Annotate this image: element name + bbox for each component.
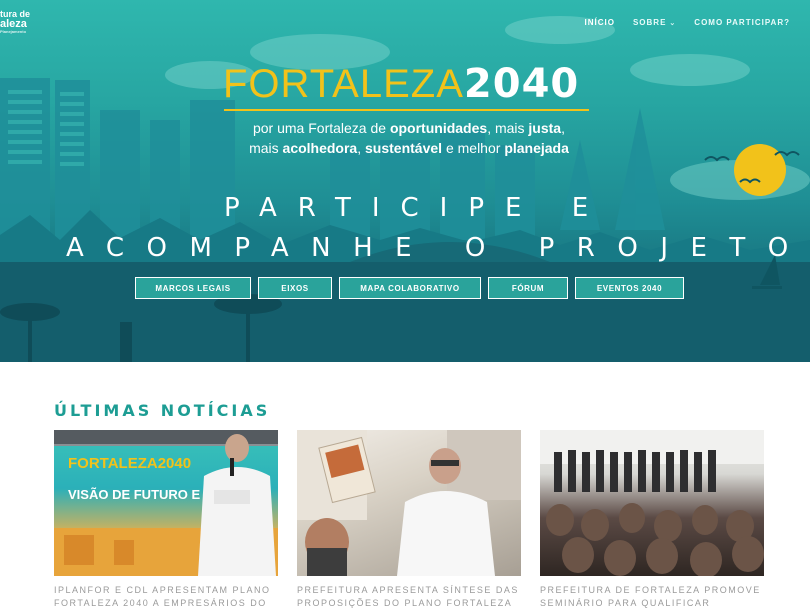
- news-card-title[interactable]: PREFEITURA APRESENTA SÍNTESE DAS PROPOSI…: [297, 584, 521, 609]
- nav-item-como-participar[interactable]: COMO PARTICIPAR?: [694, 18, 790, 27]
- speaker-with-booklet-photo: [297, 430, 521, 576]
- hero-button-group: MARCOS LEGAIS EIXOS MAPA COLABORATIVO FÓ…: [135, 277, 684, 299]
- news-card[interactable]: PREFEITURA DE FORTALEZA PROMOVE SEMINÁRI…: [540, 430, 764, 609]
- forum-button[interactable]: FÓRUM: [488, 277, 568, 299]
- hero-banner: tura de aleza Planejamento INÍCIO SOBRE …: [0, 0, 810, 362]
- logo-text-line3: Planejamento: [0, 29, 27, 34]
- news-card-image[interactable]: [540, 430, 764, 576]
- nav-item-label: INÍCIO: [584, 18, 615, 27]
- nav-item-label: COMO PARTICIPAR?: [694, 18, 790, 27]
- hero-tagline: por uma Fortaleza de oportunidades, mais…: [224, 118, 594, 158]
- tagline-bold: acolhedora: [282, 140, 358, 156]
- chevron-down-icon: ⌄: [669, 19, 677, 27]
- tagline-text: ,: [357, 140, 366, 156]
- tagline-bold: sustentável: [365, 140, 443, 156]
- hero-title-year: 2040: [463, 61, 580, 107]
- nav-item-inicio[interactable]: INÍCIO: [585, 18, 615, 27]
- tagline-text: ,: [561, 120, 565, 136]
- tagline-bold: planejada: [504, 140, 569, 156]
- news-card-list: FORTALEZA2040 VISÃO DE FUTURO E IPLANFOR…: [54, 430, 764, 609]
- nav-item-sobre[interactable]: SOBRE ⌄: [633, 18, 676, 27]
- latest-news-heading: ÚLTIMAS NOTÍCIAS: [54, 401, 271, 420]
- cta-heading-line1: PARTICIPE E: [224, 193, 610, 223]
- tagline-text: por uma Fortaleza de: [252, 120, 390, 136]
- marcos-legais-button[interactable]: MARCOS LEGAIS: [135, 277, 251, 299]
- news-card[interactable]: PREFEITURA APRESENTA SÍNTESE DAS PROPOSI…: [297, 430, 521, 609]
- news-card-image[interactable]: FORTALEZA2040 VISÃO DE FUTURO E: [54, 430, 278, 576]
- city-skyline-illustration: [0, 16, 810, 362]
- cta-heading-line2: ACOMPANHE O PROJETO: [66, 233, 810, 263]
- nav-item-label: SOBRE: [632, 18, 667, 27]
- news-card-image[interactable]: [297, 430, 521, 576]
- news-card[interactable]: FORTALEZA2040 VISÃO DE FUTURO E IPLANFOR…: [54, 430, 278, 609]
- tagline-text: e melhor: [442, 140, 505, 156]
- news-card-title[interactable]: PREFEITURA DE FORTALEZA PROMOVE SEMINÁRI…: [540, 584, 764, 609]
- main-navigation: INÍCIO SOBRE ⌄ COMO PARTICIPAR?: [585, 18, 790, 27]
- tagline-text: mais: [249, 140, 283, 156]
- hero-title-city: FORTALEZA: [223, 62, 464, 106]
- banner-text-2: VISÃO DE FUTURO E: [68, 487, 201, 502]
- banner-text-1: FORTALEZA2040: [68, 455, 191, 472]
- tagline-bold: justa: [528, 120, 562, 136]
- news-card-title[interactable]: IPLANFOR E CDL APRESENTAM PLANO FORTALEZ…: [54, 584, 278, 609]
- eventos-2040-button[interactable]: EVENTOS 2040: [575, 277, 684, 299]
- title-underline: [224, 109, 589, 111]
- seminar-audience-photo: [540, 430, 764, 576]
- speaker-on-stage-photo: FORTALEZA2040 VISÃO DE FUTURO E: [54, 430, 278, 576]
- tagline-text: , mais: [487, 120, 529, 136]
- mapa-colaborativo-button[interactable]: MAPA COLABORATIVO: [339, 277, 481, 299]
- hero-title: FORTALEZA2040: [223, 62, 579, 106]
- site-logo[interactable]: tura de aleza Planejamento: [0, 10, 30, 34]
- eixos-button[interactable]: EIXOS: [258, 277, 332, 299]
- tagline-bold: oportunidades: [389, 120, 488, 136]
